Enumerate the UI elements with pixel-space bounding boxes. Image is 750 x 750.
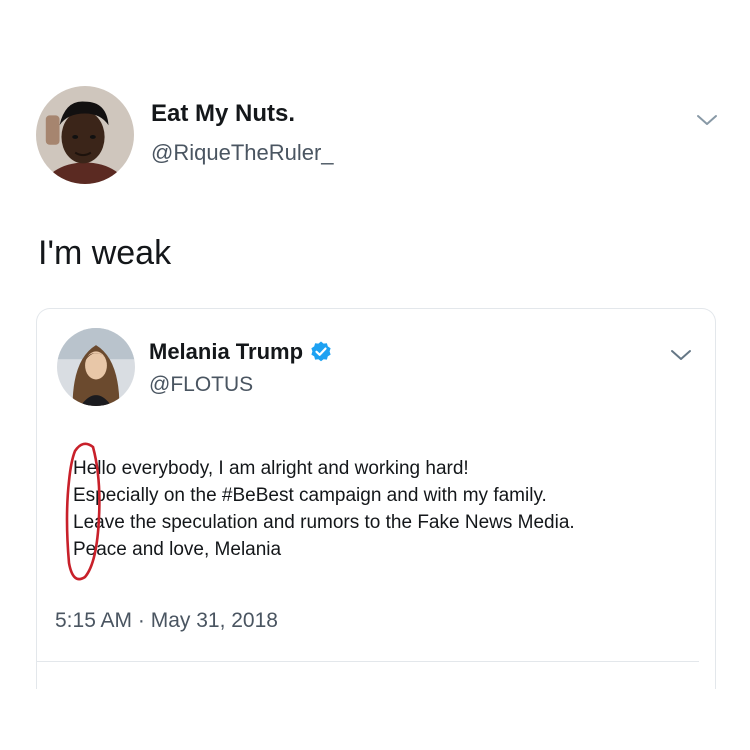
quoted-avatar-image (57, 328, 135, 406)
tweet-line: Hello everybody, I am alright and workin… (73, 458, 469, 479)
quoted-tweet-card[interactable]: Melania Trump @FLOTUS Hello everybody, I… (36, 308, 716, 689)
tweet-text: I'm weak (38, 234, 172, 272)
red-annotation-oval-icon (65, 442, 101, 581)
user-handle[interactable]: @RiqueTheRuler_ (151, 140, 334, 166)
tweet: Eat My Nuts. @RiqueTheRuler_ I'm weak Me… (0, 0, 750, 750)
chevron-down-icon[interactable] (695, 112, 719, 128)
avatar[interactable] (36, 86, 134, 184)
quoted-display-name[interactable]: Melania Trump (149, 339, 333, 365)
quoted-avatar[interactable] (57, 328, 135, 406)
display-name[interactable]: Eat My Nuts. (151, 100, 295, 128)
quoted-tweet-text: Hello everybody, I am alright and workin… (73, 455, 575, 563)
tweet-line: Especially on the #BeBest campaign and w… (73, 485, 547, 506)
timestamp[interactable]: 5:15 AM · May 31, 2018 (55, 609, 278, 633)
avatar-image (36, 86, 134, 184)
quoted-user-handle[interactable]: @FLOTUS (149, 373, 253, 397)
tweet-line: Peace and love, Melania (73, 539, 282, 560)
verified-badge-icon (309, 340, 333, 364)
tweet-line: Leave the speculation and rumors to the … (73, 512, 575, 533)
divider (37, 661, 699, 662)
chevron-down-icon[interactable] (669, 347, 693, 363)
quoted-display-name-text: Melania Trump (149, 339, 304, 364)
